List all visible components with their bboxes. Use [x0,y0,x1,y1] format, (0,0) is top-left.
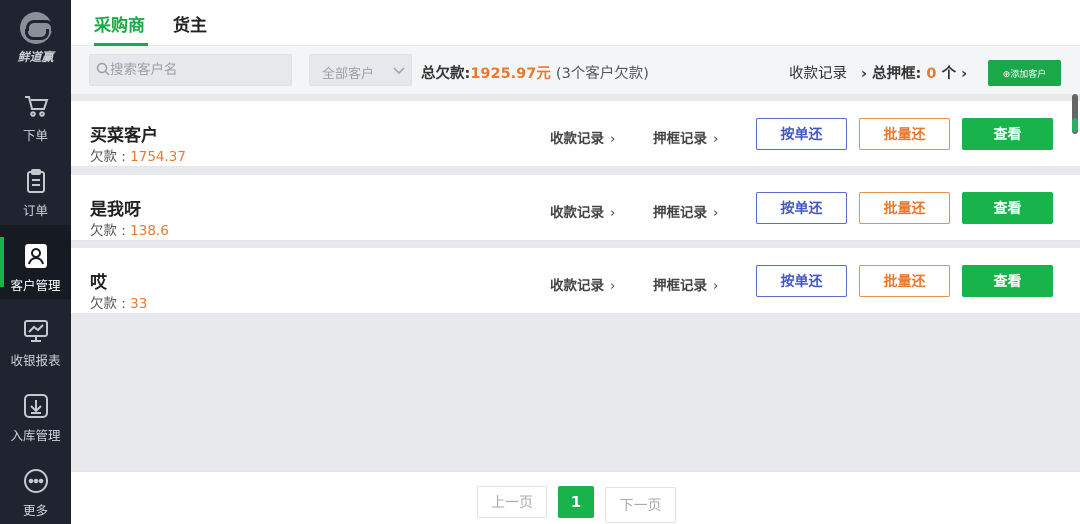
monitor-chart-icon [24,320,48,342]
customer-row: 买菜客户 欠款 : 1754.37 收款记录 › 押框记录 › 按单还 批量还 查看 [71,101,1080,167]
logo-mark-icon [20,12,54,44]
tab-owners[interactable]: 货主 [173,11,207,36]
payment-records-label: 收款记录 [550,278,604,294]
payment-records-label: 收款记录 [789,66,847,82]
customer-name: 买菜客户 [90,126,158,146]
add-customer-button[interactable]: ⊕添加客户 [988,60,1061,86]
deposit-records-label: 押框记录 [653,278,707,294]
chevron-right-icon: › [610,205,616,221]
add-customer-label: 添加客户 [1010,69,1047,80]
view-button[interactable]: 查看 [962,265,1053,297]
deposit-records-label: 押框记录 [653,205,707,221]
sidebar-item-label: 收银报表 [10,353,61,368]
payment-records-link[interactable]: 收款记录 › [550,201,615,221]
total-debt-amount: 1925.97元 [470,66,551,82]
repay-by-order-button[interactable]: 按单还 [756,265,847,297]
payment-records-label: 收款记录 [550,131,604,147]
repay-batch-button[interactable]: 批量还 [859,118,950,150]
chevron-right-icon: › [713,278,719,294]
chevron-right-icon: › [713,131,719,147]
repay-batch-button[interactable]: 批量还 [859,192,950,224]
chevron-right-icon: › [861,66,867,82]
sidebar-item-order[interactable]: 下单 [0,75,71,149]
total-debt: 总欠款:1925.97元 (3个客户欠款) [421,62,649,83]
total-deposit-link[interactable]: › 总押框: 0 个 › [861,62,967,83]
sidebar-item-cash-report[interactable]: 收银报表 [0,300,71,374]
clipboard-icon [27,169,45,193]
pagination: 上一页 1 下一页 [71,471,1080,524]
sidebar-item-more[interactable]: 更多 [0,450,71,524]
sidebar-item-label: 客户管理 [10,278,61,293]
debt-value: 33 [130,296,148,312]
chevron-right-icon: › [610,278,616,294]
customer-filter-select[interactable]: 全部客户 [309,54,412,86]
next-page-button[interactable]: 下一页 [605,487,676,523]
customer-name: 哎 [90,273,107,293]
debt-label: 欠款 : [90,296,131,312]
cart-icon [25,96,49,117]
logo-text: 鲜道赢 [17,50,54,64]
tab-bar: 采购商 货主 [71,0,1080,46]
chevron-right-icon: › [961,66,968,82]
total-debt-count: (3个客户欠款) [555,66,649,82]
chevron-down-icon [393,67,405,75]
page-number-button[interactable]: 1 [558,486,594,518]
sidebar-item-label: 入库管理 [10,428,61,443]
sidebar-item-customers[interactable]: 客户管理 [0,225,71,299]
customer-row: 哎 欠款 : 33 收款记录 › 押框记录 › 按单还 批量还 查看 [71,248,1080,314]
chevron-right-icon: › [713,205,719,221]
deposit-records-link[interactable]: 押框记录 › [653,201,718,221]
payment-records-link[interactable]: 收款记录 › [550,127,615,147]
chevron-right-icon: › [610,131,616,147]
payment-records-label: 收款记录 [550,205,604,221]
customer-filter-value: 全部客户 [322,67,375,82]
toolbar: 全部客户 总欠款:1925.97元 (3个客户欠款) 收款记录 › 总押框: 0… [71,46,1080,94]
customer-debt: 欠款 : 138.6 [90,219,169,239]
payment-records-link[interactable]: 收款记录 › [550,274,615,294]
customer-name: 是我呀 [90,200,141,220]
debt-value: 138.6 [130,223,169,239]
deposit-records-link[interactable]: 押框记录 › [653,127,718,147]
sidebar-item-label: 下单 [22,128,48,143]
search-icon [96,62,110,76]
view-button[interactable]: 查看 [962,192,1053,224]
app-logo: 鲜道赢 [0,0,71,75]
deposit-unit: 个 [941,66,957,82]
sidebar-item-label: 订单 [22,203,48,218]
sidebar-item-inbound[interactable]: 入库管理 [0,375,71,449]
repay-by-order-button[interactable]: 按单还 [756,192,847,224]
customer-row: 是我呀 欠款 : 138.6 收款记录 › 押框记录 › 按单还 批量还 查看 [71,175,1080,241]
tab-purchasers[interactable]: 采购商 [94,11,145,36]
search-box [89,54,292,86]
more-dots-icon [24,469,48,493]
view-button[interactable]: 查看 [962,118,1053,150]
user-icon [25,244,47,268]
main-content: 采购商 货主 全部客户 总欠款:1925.97元 (3个客户欠款) 收款记录 ›… [71,0,1080,524]
customer-debt: 欠款 : 1754.37 [90,145,186,165]
scrollbar-accent [1072,118,1078,132]
repay-batch-button[interactable]: 批量还 [859,265,950,297]
sidebar: 鲜道赢 下单 订单 客户管理 收银报表 入库管理 更多 [0,0,71,524]
deposit-label: 总押框: [872,66,922,82]
debt-value: 1754.37 [130,149,186,165]
prev-page-button[interactable]: 上一页 [477,486,547,518]
search-input[interactable] [110,55,290,85]
deposit-count: 0 [926,66,937,82]
sidebar-item-orders[interactable]: 订单 [0,150,71,224]
deposit-records-link[interactable]: 押框记录 › [653,274,718,294]
debt-label: 欠款 : [90,149,131,165]
repay-by-order-button[interactable]: 按单还 [756,118,847,150]
debt-label: 欠款 : [90,223,131,239]
total-debt-label: 总欠款: [421,66,471,82]
sidebar-item-label: 更多 [22,503,48,518]
customer-debt: 欠款 : 33 [90,292,147,312]
deposit-records-label: 押框记录 [653,131,707,147]
download-box-icon [24,394,48,418]
payment-records-link[interactable]: 收款记录 [789,62,847,83]
